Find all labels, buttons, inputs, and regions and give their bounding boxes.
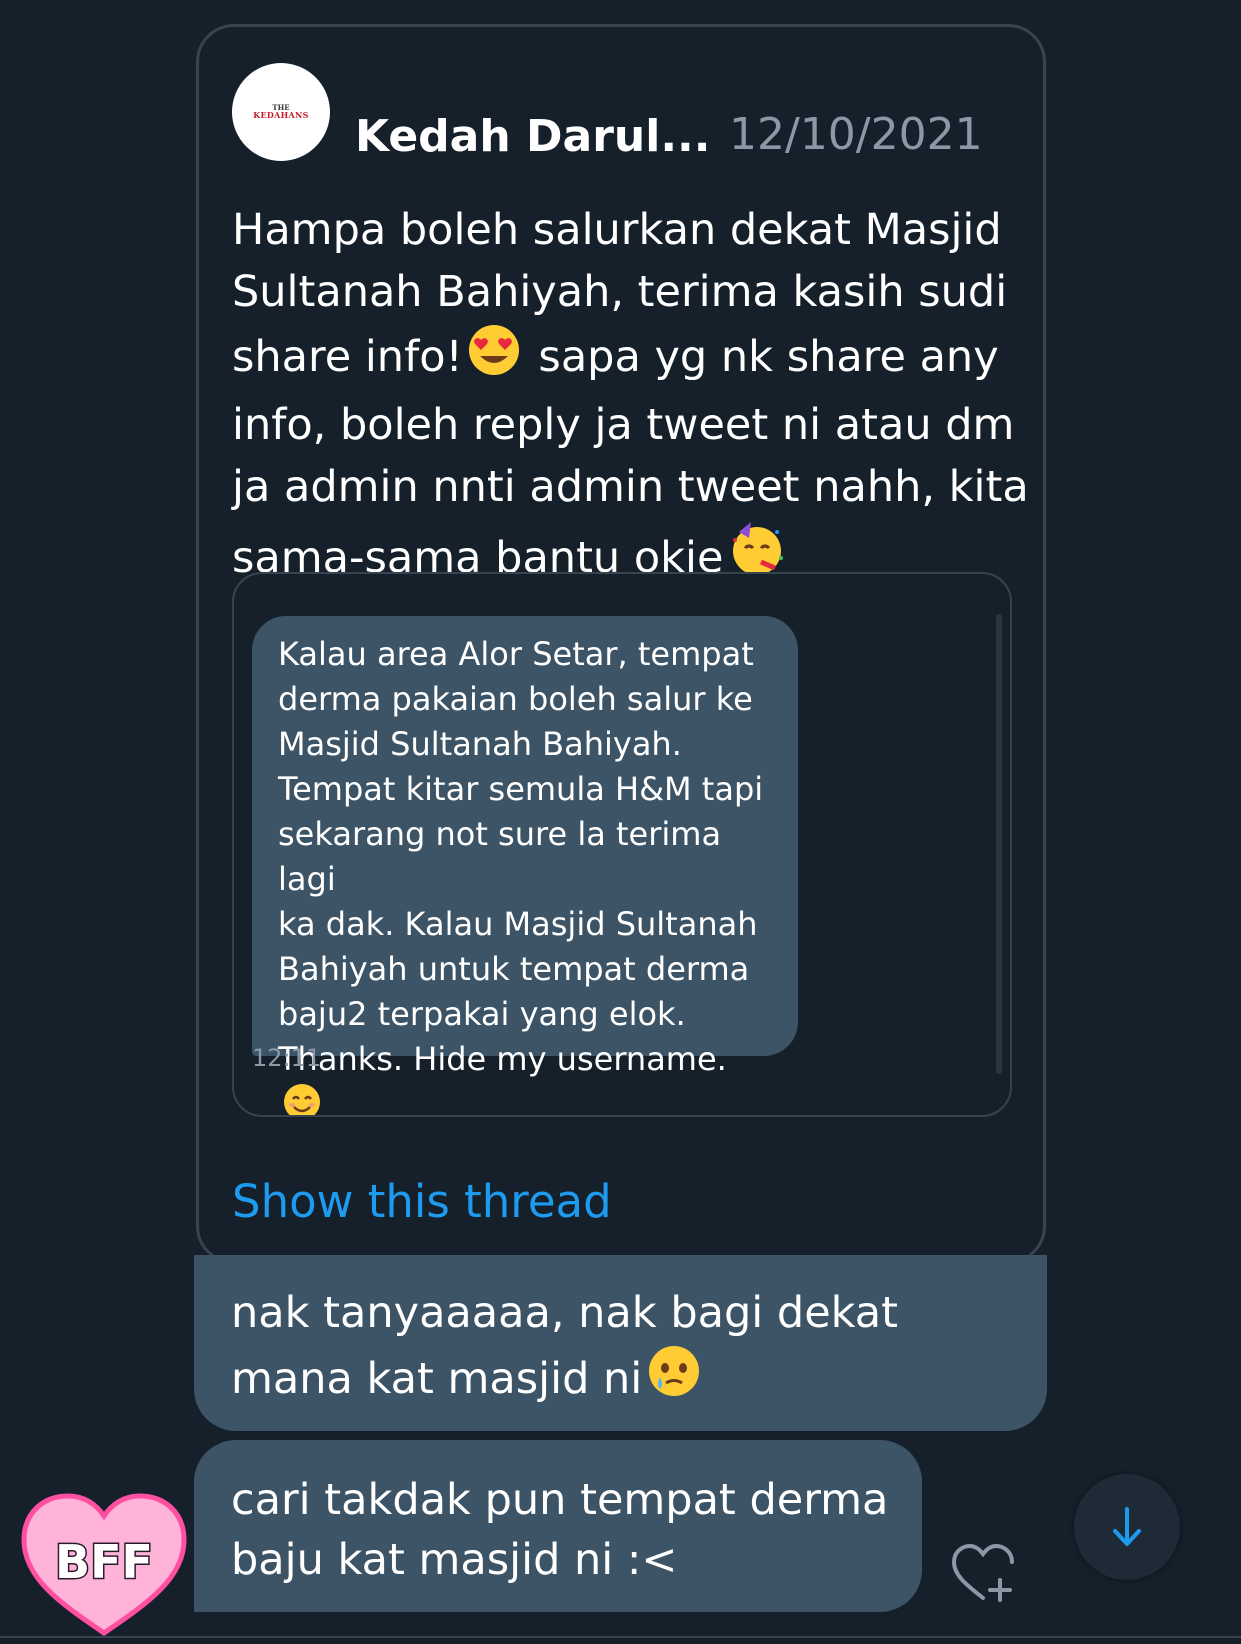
author-avatar[interactable]: THE KEDAHANS [232, 63, 330, 161]
message-bubble[interactable]: cari takdak pun tempat derma baju kat ma… [194, 1440, 922, 1612]
tweet-date: 12/10/2021 [729, 109, 983, 160]
quoted-tweet-card[interactable]: THE KEDAHANS Kedah Darul... 12/10/2021 H… [196, 24, 1046, 1264]
message-text: cari takdak pun tempat derma baju kat ma… [231, 1475, 889, 1585]
heart-plus-icon[interactable] [948, 1542, 1018, 1604]
face-holding-back-tears-emoji-icon [646, 1343, 702, 1415]
smiling-face-emoji-icon [282, 1082, 322, 1115]
heart-eyes-emoji-icon [467, 323, 521, 394]
arrow-down-icon [1113, 1507, 1141, 1546]
dm-timestamp: 12:11 [252, 1044, 322, 1072]
bottom-divider [0, 1636, 1241, 1638]
tweet-text: Hampa boleh salurkan dekat Masjid Sultan… [232, 199, 1032, 595]
scroll-down-button[interactable] [1074, 1474, 1180, 1580]
media-attachment[interactable]: Kalau area Alor Setar, tempat derma paka… [232, 572, 1012, 1117]
kedahans-logo: THE KEDAHANS [253, 103, 309, 120]
message-text: nak tanyaaaaa, nak bagi dekat mana kat m… [231, 1288, 899, 1404]
bff-sticker: BFF [20, 1488, 188, 1638]
bff-sticker-label: BFF [55, 1535, 153, 1589]
author-name[interactable]: Kedah Darul... [355, 111, 710, 162]
dm-text: Kalau area Alor Setar, tempat derma paka… [278, 632, 774, 1115]
dm-body: Kalau area Alor Setar, tempat derma paka… [278, 635, 764, 1078]
message-bubble[interactable]: nak tanyaaaaa, nak bagi dekat mana kat m… [194, 1255, 1047, 1431]
media-edge [996, 614, 1002, 1074]
dm-screenshot-bubble: Kalau area Alor Setar, tempat derma paka… [252, 616, 798, 1115]
show-thread-link[interactable]: Show this thread [232, 1175, 612, 1228]
